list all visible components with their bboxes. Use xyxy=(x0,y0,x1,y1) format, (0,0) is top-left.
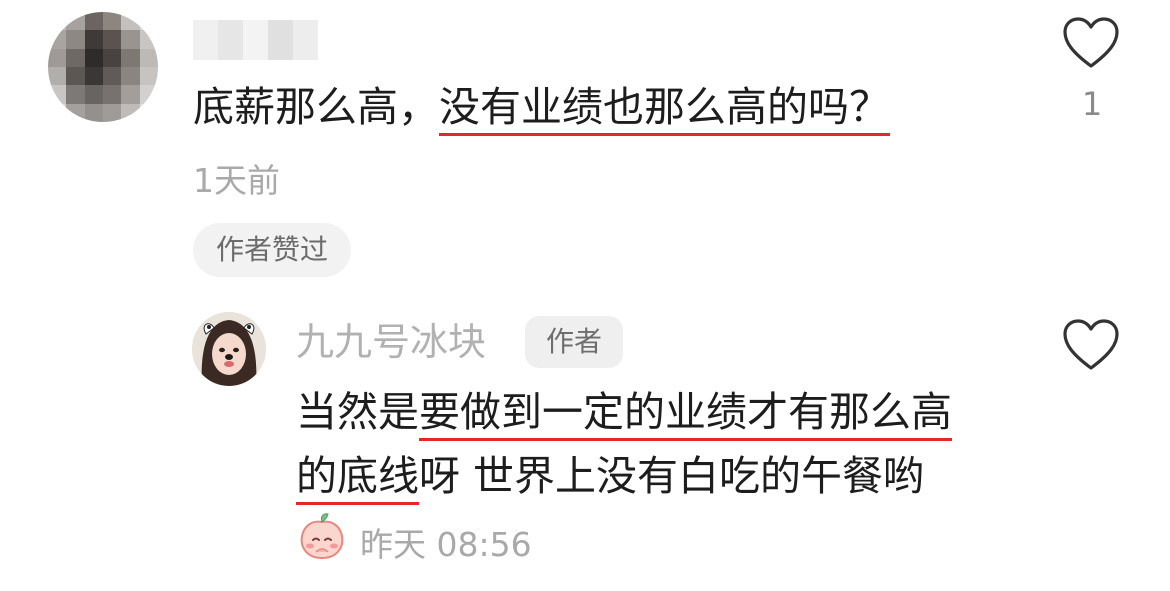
reply-username[interactable]: 九九号冰块 xyxy=(296,318,486,366)
girl-with-dog-filter-avatar[interactable] xyxy=(192,312,266,386)
reply-text-plain: 呀 世界上没有白吃的午餐哟 xyxy=(419,452,925,500)
comment-text: 底薪那么高，没有业绩也那么高的吗？ xyxy=(193,80,890,136)
reply-text-highlight: 要做到一定的业绩才有那么高 xyxy=(419,388,952,441)
blurred-username[interactable] xyxy=(193,20,318,60)
heart-icon[interactable] xyxy=(1062,318,1120,372)
heart-icon[interactable] xyxy=(1062,16,1120,70)
comment-timestamp: 1天前 xyxy=(193,161,280,200)
mosaic-image xyxy=(48,12,158,122)
reply-text-highlight: 的底线 xyxy=(296,452,419,505)
comment-text-plain: 底薪那么高， xyxy=(193,83,439,131)
comment-text-highlight: 没有业绩也那么高的吗？ xyxy=(439,83,890,136)
blurred-avatar[interactable] xyxy=(48,12,158,122)
reply-text-plain: 当然是 xyxy=(296,388,419,436)
reply-text: 当然是要做到一定的业绩才有那么高 的底线呀 世界上没有白吃的午餐哟 xyxy=(296,380,1016,508)
author-badge: 作者 xyxy=(525,316,623,368)
reply-timestamp: 昨天 08:56 xyxy=(360,525,532,564)
author-liked-badge: 作者赞过 xyxy=(193,223,351,277)
like-count: 1 xyxy=(1081,85,1103,123)
avatar-image xyxy=(192,312,266,386)
comment-thread: 底薪那么高，没有业绩也那么高的吗？ 1天前 作者赞过 1 九九号冰块 作者 当然… xyxy=(0,0,1170,591)
peach-sticker-icon xyxy=(300,513,344,560)
